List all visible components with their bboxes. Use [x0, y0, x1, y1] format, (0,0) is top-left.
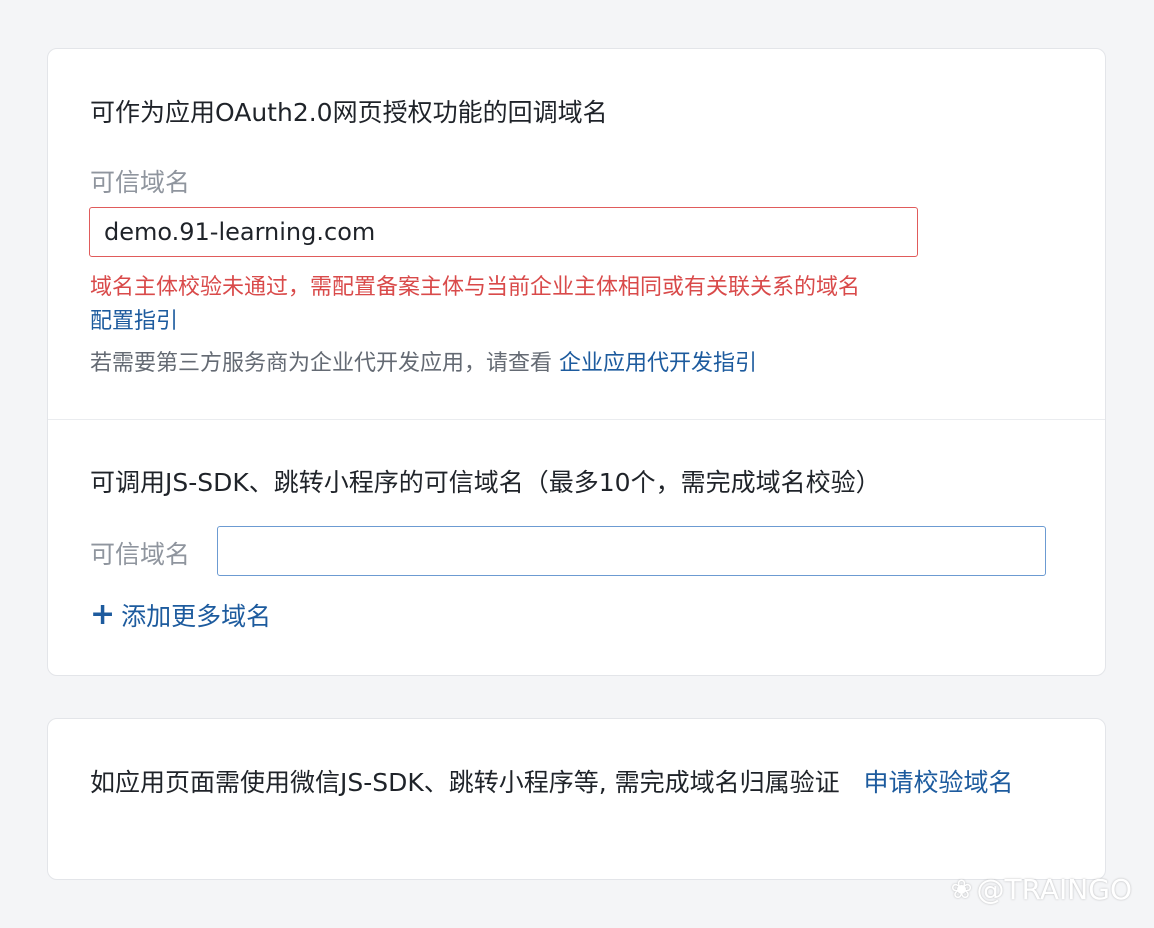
watermark: ❀ @TRAINGO	[951, 873, 1132, 906]
plus-icon: +	[90, 597, 116, 632]
domain-verify-message: 如应用页面需使用微信JS-SDK、跳转小程序等, 需完成域名归属验证	[90, 768, 840, 797]
config-guide-link[interactable]: 配置指引	[90, 303, 178, 335]
apply-verify-link[interactable]: 申请校验域名	[864, 768, 1014, 797]
jssdk-domain-input[interactable]	[217, 526, 1046, 576]
oauth-domain-input[interactable]	[89, 207, 918, 257]
third-party-hint-text: 若需要第三方服务商为企业代开发应用，请查看	[90, 351, 559, 376]
watermark-text: @TRAINGO	[976, 873, 1132, 906]
jssdk-field-label: 可信域名	[90, 540, 191, 569]
dev-guide-link[interactable]: 企业应用代开发指引	[559, 351, 757, 376]
page: 可作为应用OAuth2.0网页授权功能的回调域名 可信域名 域名主体校验未通过，…	[0, 0, 1154, 928]
jssdk-section-title: 可调用JS-SDK、跳转小程序的可信域名（最多10个，需完成域名校验）	[90, 468, 881, 497]
oauth-field-label: 可信域名	[90, 168, 191, 197]
paw-icon: ❀	[950, 874, 973, 905]
domain-error-message: 域名主体校验未通过，需配置备案主体与当前企业主体相同或有关联关系的域名	[90, 275, 861, 300]
section-divider	[48, 419, 1105, 420]
add-more-domains-button[interactable]: + 添加更多域名	[90, 597, 271, 633]
domain-verify-card: 如应用页面需使用微信JS-SDK、跳转小程序等, 需完成域名归属验证 申请校验域…	[47, 718, 1106, 880]
trusted-domain-card: 可作为应用OAuth2.0网页授权功能的回调域名 可信域名 域名主体校验未通过，…	[47, 48, 1106, 676]
oauth-section-title: 可作为应用OAuth2.0网页授权功能的回调域名	[90, 98, 608, 127]
add-more-label: 添加更多域名	[121, 602, 272, 631]
domain-verify-text: 如应用页面需使用微信JS-SDK、跳转小程序等, 需完成域名归属验证 申请校验域…	[90, 763, 1065, 803]
third-party-hint: 若需要第三方服务商为企业代开发应用，请查看 企业应用代开发指引	[90, 345, 757, 377]
